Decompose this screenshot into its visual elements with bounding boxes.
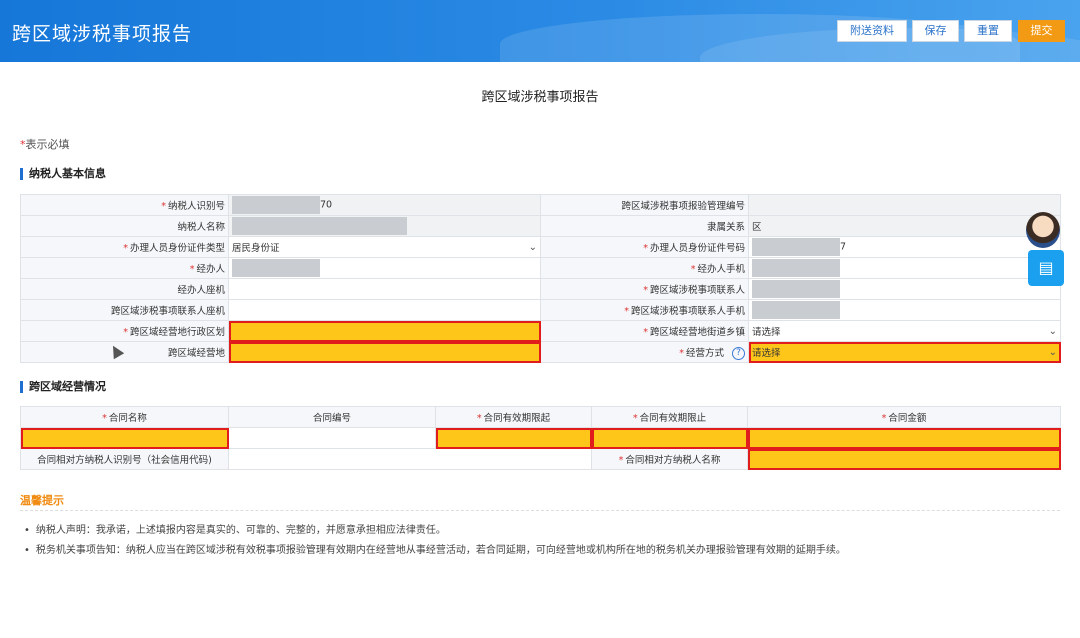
basic-info-table: * 纳税人识别号 70 跨区域涉税事项报验管理编号 纳税人名称 隶属关系 区 * 办… — [20, 194, 1061, 363]
field-label: * 办理人员身份证件类型 — [20, 236, 229, 258]
mode-select[interactable]: 请选择 ⌄ — [748, 341, 1061, 363]
attach-docs-button[interactable]: 附送资料 — [837, 20, 907, 42]
field-label: * 跨区域经营地行政区划 — [20, 320, 229, 342]
required-note-text: 表示必填 — [25, 138, 70, 151]
assistant-avatar[interactable] — [1026, 212, 1060, 248]
contract-start-date[interactable] — [435, 427, 592, 449]
field-label: 合同相对方纳税人识别号（社会信用代码) — [20, 448, 229, 470]
field-label: * 跨区域经营地街道乡镇 — [540, 320, 749, 342]
region-select[interactable] — [228, 320, 541, 342]
handler-phone-input[interactable] — [748, 257, 1061, 279]
contact-phone-input[interactable] — [748, 299, 1061, 321]
field-label: 跨区域涉税事项联系人座机 — [20, 299, 229, 321]
chevron-down-icon: ⌄ — [1048, 346, 1057, 358]
tips-title: 温馨提示 — [20, 494, 64, 507]
column-header: * 合同金额 — [747, 406, 1061, 428]
taxpayer-id-field: 70 — [228, 194, 541, 216]
section-title-contract: 跨区域经营情况 — [20, 381, 106, 393]
street-select[interactable]: 请选择 ⌄ — [748, 320, 1061, 342]
field-label: 隶属关系 — [540, 215, 749, 237]
counterparty-name-input[interactable] — [747, 448, 1061, 470]
field-label: * 跨区域涉税事项联系人手机 — [540, 299, 749, 321]
taxpayer-name-field — [228, 215, 541, 237]
field-label: 经办人座机 — [20, 278, 229, 300]
field-label: * 经办人 — [20, 257, 229, 279]
id-type-select[interactable]: 居民身份证 ⌄ — [228, 236, 541, 258]
report-no-field — [748, 194, 1061, 216]
address-input[interactable] — [228, 341, 541, 363]
contract-table: * 合同名称 合同编号 * 合同有效期限起 * 合同有效期限止 * 合同金额 合同相对方… — [20, 406, 1061, 470]
submit-button[interactable]: 提交 — [1018, 20, 1065, 42]
column-header: 合同编号 — [228, 406, 436, 428]
contract-end-date[interactable] — [591, 427, 748, 449]
chevron-down-icon: ⌄ — [1048, 325, 1057, 337]
column-header: * 合同名称 — [20, 406, 229, 428]
contract-amount-input[interactable] — [747, 427, 1061, 449]
id-no-input[interactable]: 7 — [748, 236, 1061, 258]
counterparty-id-input[interactable] — [228, 448, 592, 470]
column-header: * 合同有效期限起 — [435, 406, 592, 428]
contract-number-input[interactable] — [228, 427, 436, 449]
field-label: 跨区域经营地 — [20, 341, 229, 363]
handler-input[interactable] — [228, 257, 541, 279]
field-label: * 合同相对方纳税人名称 — [591, 448, 748, 470]
field-label: * 经办人手机 — [540, 257, 749, 279]
field-label: * 办理人员身份证件号码 — [540, 236, 749, 258]
field-label: 跨区域涉税事项报验管理编号 — [540, 194, 749, 216]
column-header: * 合同有效期限止 — [591, 406, 748, 428]
chevron-down-icon: ⌄ — [528, 241, 537, 253]
field-label: 纳税人名称 — [20, 215, 229, 237]
contact-landline-input[interactable] — [228, 299, 541, 321]
field-label: * 纳税人识别号 — [20, 194, 229, 216]
tip-item: 税务机关事项告知：纳税人应当在跨区域涉税有效税事项报验管理有效期内在经营地从事经… — [24, 541, 846, 556]
save-button[interactable]: 保存 — [912, 20, 959, 42]
field-label: * 跨区域涉税事项联系人 — [540, 278, 749, 300]
top-bar: 跨区域涉税事项报告 附送资料 保存 重置 提交 — [0, 0, 1080, 62]
reset-button[interactable]: 重置 — [964, 20, 1012, 42]
tip-item: 纳税人声明：我承诺，上述填报内容是真实的、可靠的、完整的，并愿意承担相应法律责任… — [24, 521, 446, 536]
required-note: *表示必填 — [20, 136, 70, 152]
affiliation-field: 区 — [748, 215, 1061, 237]
help-icon[interactable]: ? — [732, 346, 745, 360]
contact-input[interactable] — [748, 278, 1061, 300]
contract-name-input[interactable] — [20, 427, 229, 449]
document-search-icon[interactable]: ▤ — [1028, 250, 1064, 286]
field-label: * 经营方式? — [540, 341, 749, 363]
page-title: 跨区域涉税事项报告 — [481, 90, 599, 105]
handler-landline-input[interactable] — [228, 278, 541, 300]
divider — [20, 510, 1060, 511]
app-title: 跨区域涉税事项报告 — [12, 23, 193, 45]
section-title-basic: 纳税人基本信息 — [20, 168, 106, 180]
